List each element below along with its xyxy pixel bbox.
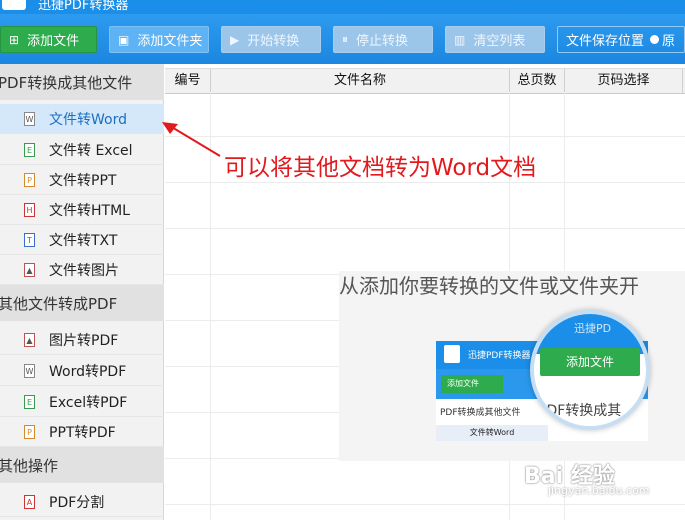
- add-file-icon: ⊞: [9, 32, 20, 47]
- section-other-to-pdf[interactable]: 其他文件转成PDF: [0, 285, 164, 321]
- image-file-icon: ▲: [24, 262, 35, 277]
- add-file-button[interactable]: ⊞ 添加文件: [0, 26, 97, 53]
- excel-file-icon: E: [24, 142, 35, 157]
- txt-file-icon: T: [24, 232, 35, 247]
- column-header-filename[interactable]: 文件名称: [211, 69, 510, 93]
- sidebar-item-excel-to-pdf[interactable]: E Excel转PDF: [0, 387, 164, 417]
- sidebar-item-pdf-to-txt[interactable]: T 文件转TXT: [0, 225, 164, 255]
- html-file-icon: H: [24, 202, 35, 217]
- table-header: 编号 文件名称 总页数 页码选择: [165, 68, 685, 94]
- watermark-url: jingyan.baidu.com: [548, 484, 650, 497]
- sidebar-item-ppt-to-pdf[interactable]: P PPT转PDF: [0, 417, 164, 447]
- section-other-ops[interactable]: 其他操作: [0, 447, 164, 483]
- clear-list-button[interactable]: ▥ 清空列表: [445, 26, 545, 53]
- folder-icon: ▣: [118, 32, 130, 47]
- sidebar-item-pdf-to-ppt[interactable]: P 文件转PPT: [0, 165, 164, 195]
- column-header-index[interactable]: 编号: [165, 69, 211, 93]
- help-caption: 从添加你要转换的文件或文件夹开: [339, 274, 639, 298]
- toolbar: ⊞ 添加文件 ▣ 添加文件夹 ▶ 开始转换 ⏸ 停止转换 ▥ 清空列表 文件保存位置 原: [0, 14, 685, 64]
- sidebar-item-pdf-split[interactable]: A PDF分割: [0, 487, 164, 517]
- sidebar-item-image-to-pdf[interactable]: ▲ 图片转PDF: [0, 325, 164, 355]
- trash-icon: ▥: [454, 32, 466, 47]
- word-file-icon: W: [24, 363, 35, 378]
- app-logo-icon: [2, 0, 26, 10]
- mag-title: 迅捷PD: [574, 322, 612, 335]
- save-location-group[interactable]: 文件保存位置 原: [557, 26, 685, 53]
- stop-icon: ⏸: [342, 32, 349, 46]
- mini-logo-icon: [444, 345, 460, 363]
- sidebar-item-pdf-to-html[interactable]: H 文件转HTML: [0, 195, 164, 225]
- mini-title: 迅捷PDF转换器: [468, 351, 531, 361]
- word-file-icon: W: [24, 111, 35, 126]
- excel-file-icon: E: [24, 394, 35, 409]
- annotation-arrow-icon: [162, 122, 221, 157]
- radio-icon[interactable]: [650, 35, 660, 44]
- sidebar-item-pdf-to-image[interactable]: ▲ 文件转图片: [0, 255, 164, 285]
- grid-line: [165, 504, 685, 505]
- sidebar-item-pdf-to-excel[interactable]: E 文件转 Excel: [0, 135, 164, 165]
- stop-convert-button[interactable]: ⏸ 停止转换: [333, 26, 433, 53]
- mag-add-button: 添加文件: [540, 348, 640, 376]
- sidebar: PDF转换成其他文件 W 文件转Word E 文件转 Excel P 文件转PPT H…: [0, 64, 164, 520]
- magnifier-lens: 迅捷PD 添加文件 PDF转换成其: [530, 310, 650, 430]
- start-convert-button[interactable]: ▶ 开始转换: [221, 26, 321, 53]
- ppt-file-icon: P: [24, 172, 35, 187]
- mini-add-button: 添加文件: [441, 375, 503, 393]
- annotation-text: 可以将其他文档转为Word文档: [224, 155, 537, 181]
- sidebar-item-word-to-pdf[interactable]: W Word转PDF: [0, 356, 164, 386]
- grid-line: [165, 136, 685, 137]
- grid-line: [165, 228, 685, 229]
- column-header-page-select[interactable]: 页码选择: [565, 69, 683, 93]
- image-file-icon: ▲: [24, 332, 35, 347]
- mini-section: PDF转换成其他文件: [440, 408, 521, 418]
- save-location-label: 文件保存位置: [566, 34, 645, 49]
- sidebar-item-pdf-to-word[interactable]: W 文件转Word: [0, 104, 164, 134]
- mini-item: 文件转Word: [436, 425, 548, 441]
- ppt-file-icon: P: [24, 424, 35, 439]
- grid-line: [165, 182, 685, 183]
- save-radio-label: 原: [662, 34, 676, 49]
- section-pdf-to-other[interactable]: PDF转换成其他文件: [0, 64, 164, 100]
- add-folder-button[interactable]: ▣ 添加文件夹: [109, 26, 209, 53]
- pdf-file-icon: A: [24, 494, 35, 509]
- app-title: 迅捷PDF转换器: [38, 0, 129, 13]
- column-header-pages[interactable]: 总页数: [510, 69, 565, 93]
- play-icon: ▶: [230, 32, 240, 47]
- mag-section: PDF转换成其: [538, 403, 622, 419]
